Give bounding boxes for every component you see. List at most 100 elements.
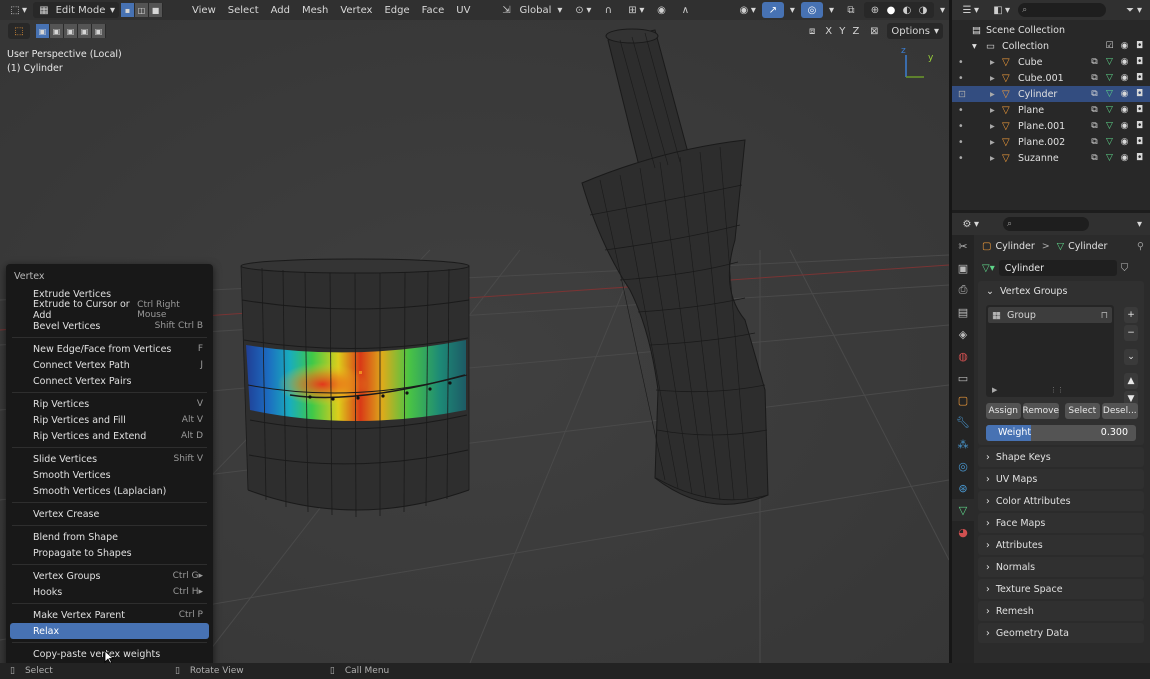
remove-group-button[interactable]: − [1124, 325, 1138, 341]
outliner-object-row[interactable]: • ▸ ▽ Suzanne ⧉ ▽ ◉ ◘ [952, 150, 1150, 166]
eye-icon[interactable]: ◉ [1120, 73, 1129, 83]
expand-arrow-icon[interactable]: ▸ [990, 153, 995, 164]
shading-dropdown[interactable]: ▾ [936, 2, 949, 18]
expand-arrow-icon[interactable]: ▸ [990, 121, 995, 132]
eye-icon[interactable]: ◉ [1120, 105, 1129, 115]
menu-item[interactable]: Rip Vertices and Fill Alt V [6, 412, 213, 428]
outliner-object-row[interactable]: • ▸ ▽ Cube ⧉ ▽ ◉ ◘ [952, 54, 1150, 70]
edge-select-icon[interactable]: ◫ [135, 3, 150, 17]
camera-icon[interactable]: ◘ [1135, 57, 1144, 67]
data-name-field[interactable]: Cylinder [998, 260, 1117, 276]
world-tab-icon[interactable]: ◍ [952, 345, 974, 367]
outliner-object-row[interactable]: • ▸ ▽ Plane ⧉ ▽ ◉ ◘ [952, 102, 1150, 118]
eye-icon[interactable]: ◉ [1120, 153, 1129, 163]
property-panel-header[interactable]: › Shape Keys [978, 447, 1144, 467]
xray-toggle[interactable]: ⧉ [840, 2, 862, 18]
collection-row[interactable]: ▾ ▭ Collection ☑ ◉ ◘ [952, 38, 1150, 54]
menu-edge[interactable]: Edge [379, 5, 414, 16]
property-panel[interactable]: › Remesh [978, 601, 1144, 621]
menu-item[interactable]: Vertex Groups Ctrl G▸ [6, 568, 213, 584]
dot-icon[interactable]: • [958, 153, 964, 164]
overlay-toggle[interactable]: ◎ [800, 2, 823, 18]
active-tool-button[interactable]: ⬚ [8, 23, 30, 39]
object-name[interactable]: Suzanne [1018, 153, 1059, 164]
object-name[interactable]: Cube [1018, 57, 1043, 68]
mirror-axes-label[interactable]: X Y Z [825, 26, 861, 37]
property-panel[interactable]: › Color Attributes [978, 491, 1144, 511]
property-panel-header[interactable]: › Normals [978, 557, 1144, 577]
face-select-icon[interactable]: ■ [149, 3, 164, 17]
move-up-button[interactable]: ▲ [1124, 373, 1138, 389]
property-panel[interactable]: › Texture Space [978, 579, 1144, 599]
eye-icon[interactable]: ◉ [1120, 137, 1129, 147]
menu-item[interactable]: Smooth Vertices [6, 467, 213, 483]
auto-merge-icon[interactable]: ⊠ [867, 24, 881, 38]
outliner[interactable]: ☰ ▾ ◧ ▾ ⌕ ⏷ ▾ ▤ Scene Collection ▾ ▭ Collec… [952, 0, 1150, 210]
menu-add[interactable]: Add [266, 5, 295, 16]
object-name[interactable]: Plane.001 [1018, 121, 1065, 132]
weight-slider[interactable]: Weight 0.300 [986, 425, 1136, 441]
eye-icon[interactable]: ◉ [1120, 89, 1129, 99]
proportional-edit-toggle[interactable]: ◉ [650, 2, 672, 18]
vertex-group-item[interactable]: ▦ Group ⊓ [988, 307, 1112, 323]
vertex-group-list[interactable]: ▦ Group ⊓ ▶ ⋮⋮ [986, 305, 1114, 397]
checkbox-icon[interactable]: ☑ [1105, 41, 1114, 51]
particles-tab-icon[interactable]: ⁂ [952, 433, 974, 455]
3d-viewport[interactable]: z y ⬚ ▾ ▦ Edit Mode ▾ ▪ ◫ ■ View Select A… [0, 0, 949, 663]
select-intersect-icon[interactable]: ▣ [92, 24, 106, 38]
property-panel[interactable]: › Face Maps [978, 513, 1144, 533]
menu-item[interactable]: Extrude to Cursor or Add Ctrl Right Mouse [6, 299, 213, 321]
transform-orientation-select[interactable]: ⇲ Global ▾ [495, 2, 566, 18]
menu-mesh[interactable]: Mesh [297, 5, 333, 16]
vertex-groups-header[interactable]: ⌄ Vertex Groups [978, 281, 1144, 301]
object-name[interactable]: Cylinder [1018, 89, 1057, 100]
menu-item[interactable]: Make Vertex Parent Ctrl P [6, 607, 213, 623]
data-tab-icon[interactable]: ▽ [952, 499, 974, 521]
select-subtract-icon[interactable]: ▣ [64, 24, 78, 38]
selection-mode-group[interactable]: ▣ ▣ ▣ ▣ ▣ [36, 24, 106, 38]
menu-item[interactable]: Connect Vertex Path J [6, 357, 213, 373]
list-resize-handle[interactable]: ⋮⋮ [1050, 386, 1064, 394]
menu-face[interactable]: Face [417, 5, 450, 16]
property-panel-header[interactable]: › Attributes [978, 535, 1144, 555]
select-new-icon[interactable]: ▣ [36, 24, 50, 38]
menu-uv[interactable]: UV [451, 5, 475, 16]
property-panel-header[interactable]: › UV Maps [978, 469, 1144, 489]
deselect-button[interactable]: Desel... [1101, 403, 1138, 419]
dot-icon[interactable]: • [958, 105, 964, 116]
outliner-editor-type[interactable]: ☰ ▾ [956, 2, 983, 18]
property-panel[interactable]: › UV Maps [978, 469, 1144, 489]
view-layer-tab-icon[interactable]: ▤ [952, 301, 974, 323]
property-panel[interactable]: › Geometry Data [978, 623, 1144, 643]
tool-tab-icon[interactable]: ✂ [952, 235, 974, 257]
select-mode-toggle[interactable]: ▪ ◫ ■ [121, 3, 164, 17]
expand-arrow-icon[interactable]: ▸ [990, 137, 995, 148]
camera-icon[interactable]: ◘ [1135, 137, 1144, 147]
add-group-button[interactable]: + [1124, 307, 1138, 323]
output-tab-icon[interactable]: ⎙ [952, 279, 974, 301]
pin-icon[interactable]: ⚲ [1137, 241, 1144, 252]
object-tab-icon[interactable]: ▢ [952, 389, 974, 411]
property-panel-header[interactable]: › Color Attributes [978, 491, 1144, 511]
cylinder-mesh[interactable] [240, 258, 470, 518]
property-panel-header[interactable]: › Face Maps [978, 513, 1144, 533]
solid-shading-icon[interactable]: ● [884, 3, 898, 17]
remove-button[interactable]: Remove [1022, 403, 1060, 419]
camera-icon[interactable]: ◘ [1135, 153, 1144, 163]
camera-icon[interactable]: ◘ [1135, 121, 1144, 131]
overlay-dropdown[interactable]: ▾ [825, 2, 838, 18]
visibility-button[interactable]: ◉ ▾ [733, 2, 760, 18]
property-panel-header[interactable]: › Geometry Data [978, 623, 1144, 643]
display-mode-button[interactable]: ◧ ▾ [987, 2, 1014, 18]
dot-icon[interactable]: • [958, 57, 964, 68]
material-tab-icon[interactable]: ◕ [952, 521, 974, 543]
camera-icon[interactable]: ◘ [1135, 41, 1144, 51]
menu-item[interactable]: Smooth Vertices (Laplacian) [6, 483, 213, 499]
filter-button[interactable]: ⏷ ▾ [1119, 2, 1146, 18]
vertex-context-menu[interactable]: Vertex Extrude Vertices Extrude to Cursor… [6, 264, 213, 663]
menu-item[interactable]: Propagate to Shapes [6, 545, 213, 561]
expand-arrow-icon[interactable]: ▸ [990, 57, 995, 68]
properties-editor-type[interactable]: ⚙ ▾ [956, 216, 983, 232]
property-panel[interactable]: › Shape Keys [978, 447, 1144, 467]
edit-mode-icon[interactable]: ⊡ [958, 89, 966, 100]
